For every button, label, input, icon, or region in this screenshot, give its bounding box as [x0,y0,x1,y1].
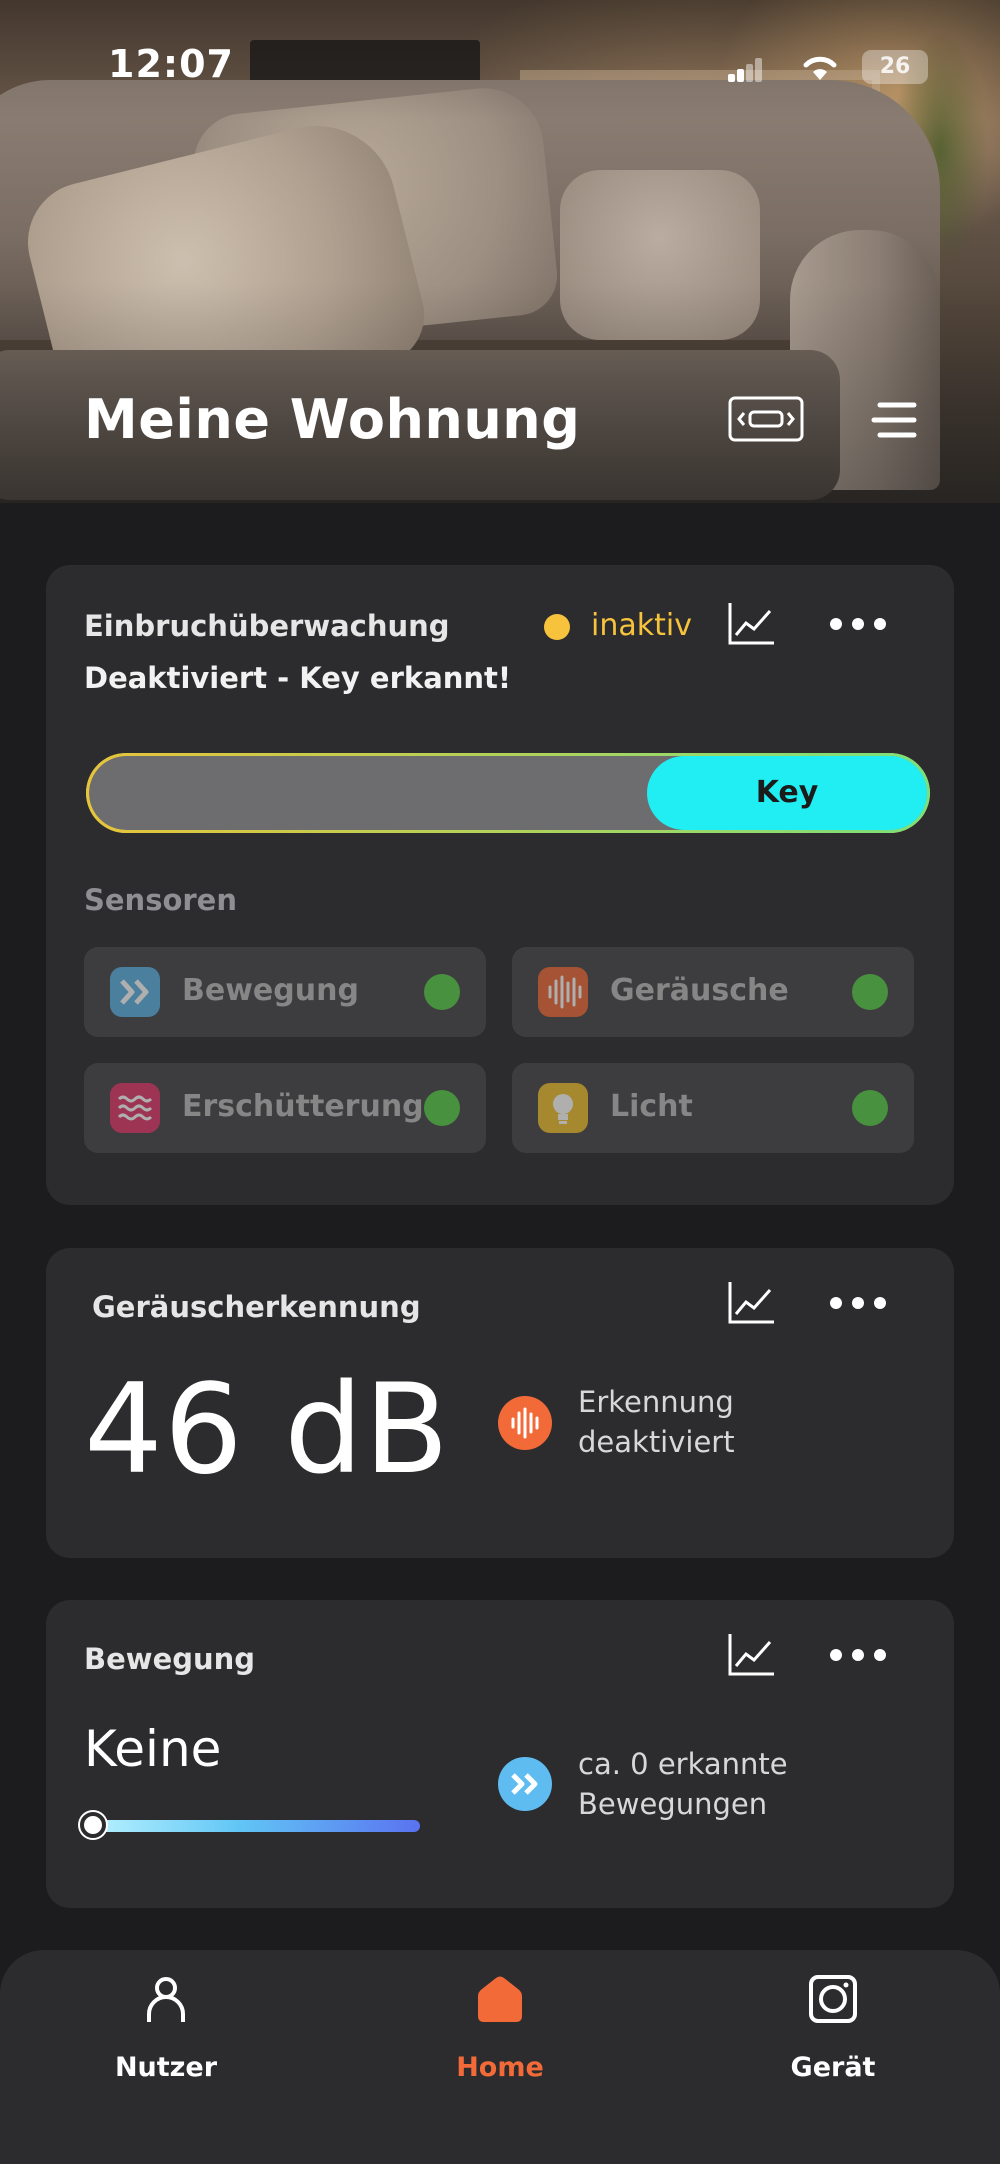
sensor-tile-sound[interactable]: Geräusche [512,947,914,1037]
sensor-tile-motion[interactable]: Bewegung [84,947,486,1037]
chart-icon[interactable] [726,1632,776,1678]
status-badge: inaktiv [591,608,692,643]
sensor-label: Geräusche [610,973,789,1008]
lightbulb-icon [538,1083,588,1133]
tab-label: Gerät [790,2052,876,2083]
device-icon [809,1975,857,2023]
motion-card: Bewegung Keine ca. 0 erkannte Bewegungen [46,1600,954,1908]
noise-info: Erkennung deaktiviert [578,1385,735,1459]
motion-level-bar [90,1820,420,1832]
vibration-icon [110,1083,160,1133]
intrusion-subtitle: Deaktiviert - Key erkannt! [84,661,512,695]
more-icon[interactable] [826,609,890,639]
home-icon [478,1976,522,2022]
tab-bar: Nutzer Home Gerät [0,1950,1000,2164]
page-title: Meine Wohnung [84,388,581,451]
motion-value: Keine [84,1720,222,1778]
tab-device[interactable]: Gerät [713,1950,953,2100]
sensor-label: Bewegung [182,973,359,1008]
menu-icon[interactable] [870,400,918,440]
arm-slider[interactable]: Key [86,753,930,833]
sound-wave-icon [498,1396,552,1450]
status-dot [424,1090,460,1126]
app-screen: 12:07 26 Meine Wohnung Einbruchüberwachu… [0,0,1000,2164]
tab-users[interactable]: Nutzer [46,1950,286,2100]
motion-info: ca. 0 erkannte Bewegungen [578,1747,788,1821]
key-icon[interactable] [728,396,804,442]
wifi-icon [803,56,837,80]
motion-title: Bewegung [84,1642,256,1676]
noise-title: Geräuscherkennung [92,1290,421,1324]
sensor-label: Erschütterung [182,1089,424,1124]
status-dot [544,614,570,640]
sound-wave-icon [538,967,588,1017]
slider-thumb[interactable]: Key [647,756,927,830]
chart-icon[interactable] [726,1280,776,1326]
battery-icon: 26 [862,50,928,84]
sensors-heading: Sensoren [84,883,238,917]
tab-label: Nutzer [114,2052,218,2083]
tab-label: Home [456,2052,544,2083]
signal-icon [728,58,762,82]
noise-value: 46 dB [84,1358,450,1502]
motion-level-knob [80,1812,106,1838]
sensor-tile-light[interactable]: Licht [512,1063,914,1153]
user-icon [147,1977,185,2022]
status-dot [852,974,888,1010]
intrusion-card: Einbruchüberwachung inaktiv Deaktiviert … [46,565,954,1205]
more-icon[interactable] [826,1640,890,1670]
intrusion-title: Einbruchüberwachung [84,609,450,643]
noise-card: Geräuscherkennung 46 dB Erkennung deakti… [46,1248,954,1558]
more-icon[interactable] [826,1288,890,1318]
status-dot [424,974,460,1010]
chart-icon[interactable] [726,601,776,647]
status-dot [852,1090,888,1126]
status-time: 12:07 [108,42,234,86]
sensor-label: Licht [610,1089,693,1124]
motion-icon [498,1757,552,1811]
tab-home[interactable]: Home [380,1950,620,2100]
sensor-tile-vibration[interactable]: Erschütterung [84,1063,486,1153]
motion-icon [110,967,160,1017]
